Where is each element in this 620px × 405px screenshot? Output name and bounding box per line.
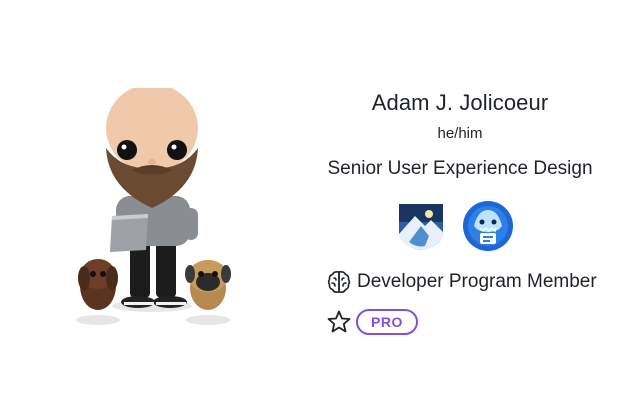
shark-badge-icon[interactable]: [462, 200, 514, 252]
pro-badge: PRO: [356, 309, 418, 335]
profile-info: Adam J. Jolicoeur he/him Senior User Exp…: [310, 0, 610, 405]
profile-pronouns: he/him: [437, 125, 483, 142]
mountain-badge-icon[interactable]: [395, 200, 447, 252]
star-icon[interactable]: [326, 309, 352, 335]
pro-plan: PRO: [326, 308, 418, 336]
profile-name: Adam J. Jolicoeur: [371, 90, 549, 115]
profile-avatar: [72, 88, 232, 328]
developer-program-member: Developer Program Member: [326, 268, 597, 296]
brain-icon: [326, 269, 352, 295]
achievement-badges: [392, 200, 522, 252]
profile-role: Senior User Experience Design: [327, 158, 593, 179]
membership-label: Developer Program Member: [357, 271, 597, 292]
